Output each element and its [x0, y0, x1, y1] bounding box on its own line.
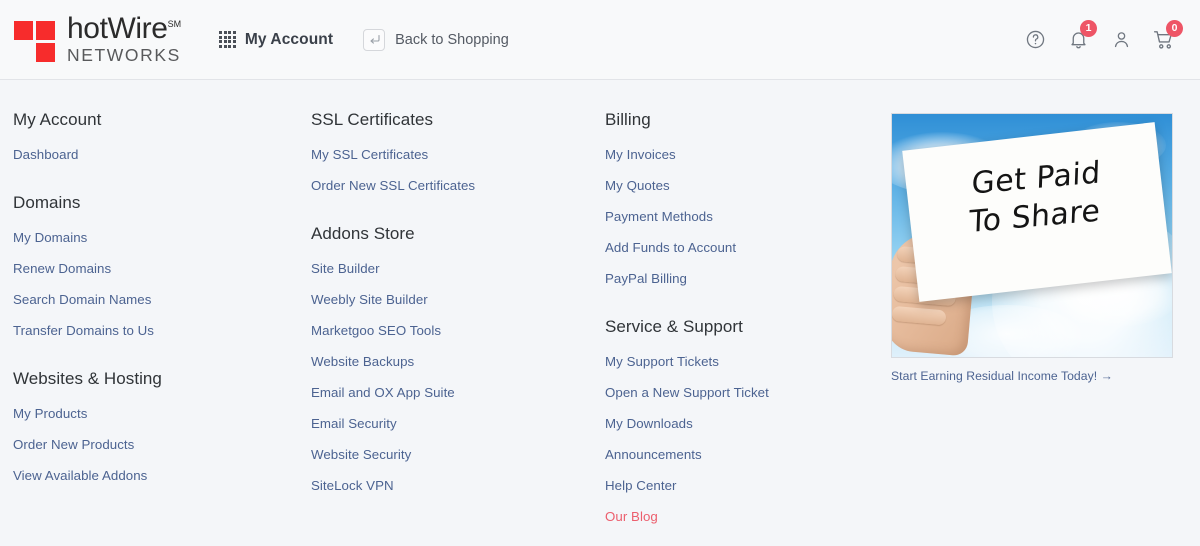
- nav-link[interactable]: Announcements: [605, 447, 891, 462]
- section-heading: Addons Store: [311, 224, 415, 243]
- nav-link[interactable]: My Quotes: [605, 178, 891, 193]
- nav-link[interactable]: My Downloads: [605, 416, 891, 431]
- nav-link[interactable]: Weebly Site Builder: [311, 292, 594, 307]
- promo-column: Get Paid To Share Start Earning Residual…: [891, 110, 1200, 546]
- link-section: Addons Store Site Builder Weebly Site Buil…: [311, 224, 594, 493]
- link-section: Domains My Domains Renew Domains Search Dom…: [13, 193, 297, 338]
- section-heading: Websites & Hosting: [13, 369, 162, 388]
- section-heading: My Account: [13, 110, 102, 129]
- link-section: Billing My Invoices My Quotes Payment Metho…: [605, 110, 891, 286]
- my-account-title[interactable]: My Account: [245, 31, 333, 49]
- nav-link[interactable]: Open a New Support Ticket: [605, 385, 891, 400]
- return-arrow-icon: [363, 28, 386, 51]
- logo-top-text: hotWireSM: [67, 14, 181, 44]
- nav-link[interactable]: PayPal Billing: [605, 271, 891, 286]
- nav-link[interactable]: My Invoices: [605, 147, 891, 162]
- nav-link[interactable]: Payment Methods: [605, 209, 891, 224]
- nav-link[interactable]: My Support Tickets: [605, 354, 891, 369]
- column-two: SSL Certificates My SSL Certificates Order…: [297, 110, 594, 546]
- notifications-badge: 1: [1080, 19, 1097, 37]
- white-sign: Get Paid To Share: [902, 122, 1172, 302]
- help-circle-icon[interactable]: [1023, 27, 1047, 53]
- promo-caption-link[interactable]: Start Earning Residual Income Today! →: [891, 369, 1200, 383]
- link-section: Websites & Hosting My Products Order New P…: [13, 369, 297, 483]
- back-to-shopping-button[interactable]: Back to Shopping: [363, 28, 509, 51]
- logo-brand-name: hotWire: [67, 12, 168, 46]
- logo-wordmark: hotWireSM NETWORKS: [67, 14, 181, 65]
- section-heading: SSL Certificates: [311, 110, 434, 129]
- nav-link[interactable]: Transfer Domains to Us: [13, 323, 297, 338]
- section-heading: Domains: [13, 193, 81, 212]
- link-section: SSL Certificates My SSL Certificates Order…: [311, 110, 594, 193]
- logo-squares-icon: [14, 18, 58, 62]
- nav-link[interactable]: Help Center: [605, 478, 891, 493]
- back-to-shopping-label: Back to Shopping: [395, 31, 509, 48]
- section-heading: Service & Support: [605, 317, 743, 336]
- nav-link[interactable]: Email and OX App Suite: [311, 385, 594, 400]
- nav-link[interactable]: Search Domain Names: [13, 292, 297, 307]
- nav-link[interactable]: Dashboard: [13, 147, 297, 162]
- logo-servicemark: SM: [167, 19, 182, 30]
- nav-link[interactable]: Marketgoo SEO Tools: [311, 323, 594, 338]
- nav-link[interactable]: My Domains: [13, 230, 297, 245]
- link-section: Service & Support My Support Tickets Open …: [605, 317, 891, 524]
- nav-link[interactable]: SiteLock VPN: [311, 478, 594, 493]
- section-heading: Billing: [605, 110, 651, 129]
- nav-link[interactable]: Add Funds to Account: [605, 240, 891, 255]
- nav-link[interactable]: View Available Addons: [13, 468, 297, 483]
- nav-link[interactable]: Renew Domains: [13, 261, 297, 276]
- header-icon-group: 1 0: [1023, 19, 1184, 53]
- user-account-icon[interactable]: [1109, 27, 1133, 53]
- link-section: My Account Dashboard: [13, 110, 297, 162]
- logo-bottom-text: NETWORKS: [67, 45, 181, 66]
- apps-grid-icon[interactable]: [219, 31, 236, 48]
- brand-logo[interactable]: hotWireSM NETWORKS: [14, 14, 181, 65]
- account-links-grid: My Account Dashboard Domains My Domains Rene…: [0, 80, 1200, 546]
- nav-link[interactable]: Our Blog: [605, 509, 891, 524]
- column-three: Billing My Invoices My Quotes Payment Metho…: [594, 110, 891, 546]
- nav-link[interactable]: Email Security: [311, 416, 594, 431]
- nav-link[interactable]: Website Security: [311, 447, 594, 462]
- get-paid-to-share-promo-image[interactable]: Get Paid To Share: [891, 113, 1173, 358]
- notifications-bell-icon[interactable]: 1: [1066, 19, 1097, 53]
- nav-link[interactable]: My SSL Certificates: [311, 147, 594, 162]
- header-nav: My Account Back to Shopping: [219, 28, 509, 51]
- nav-link[interactable]: Site Builder: [311, 261, 594, 276]
- shopping-cart-icon[interactable]: 0: [1152, 19, 1183, 53]
- nav-link[interactable]: My Products: [13, 406, 297, 421]
- cart-badge: 0: [1166, 19, 1183, 37]
- site-header: hotWireSM NETWORKS My Account Back to Sh…: [0, 0, 1200, 80]
- column-one: My Account Dashboard Domains My Domains Rene…: [0, 110, 297, 546]
- nav-link[interactable]: Website Backups: [311, 354, 594, 369]
- nav-link[interactable]: Order New SSL Certificates: [311, 178, 594, 193]
- sign-text: Get Paid To Share: [908, 149, 1164, 248]
- nav-link[interactable]: Order New Products: [13, 437, 297, 452]
